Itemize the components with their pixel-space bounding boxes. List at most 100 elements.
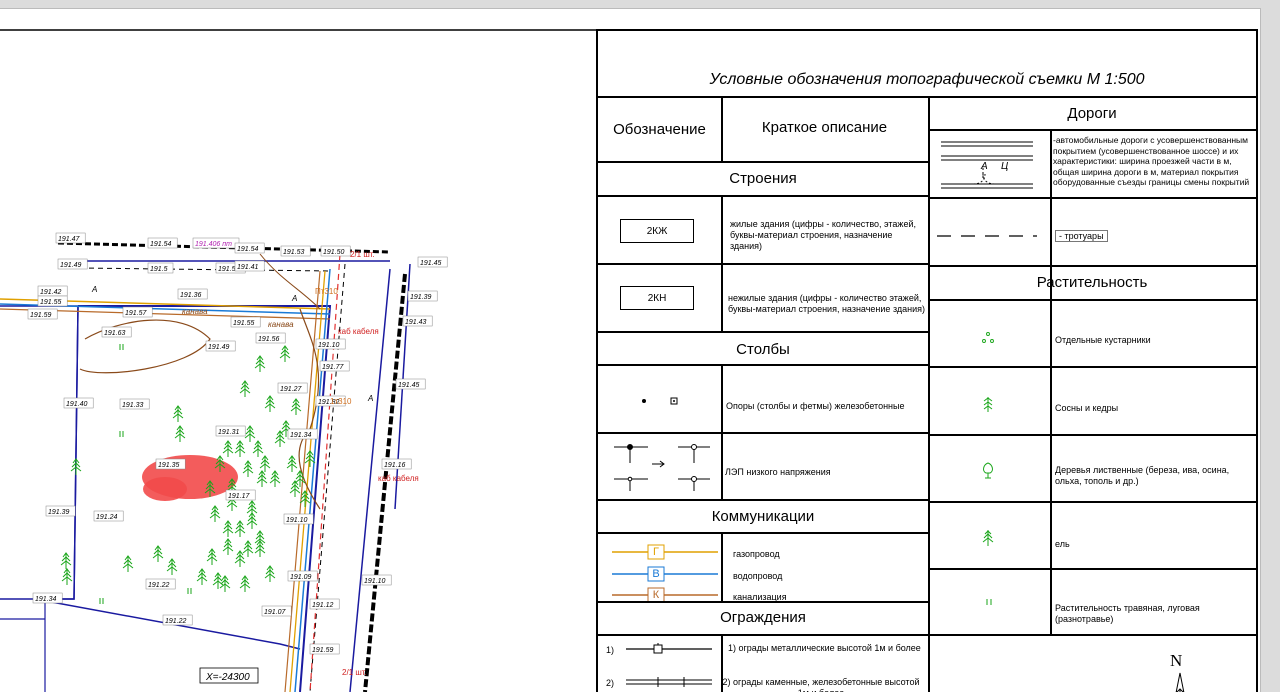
elevation-value: 191.07 — [264, 609, 287, 616]
shrubs-desc: Отдельные кустарники — [1055, 335, 1151, 345]
col-symbol-header: Обозначение — [613, 121, 706, 138]
drawing-sheet: 191.47 191.54 191.406 пт 191.54 191.53 191.50… — [0, 8, 1261, 692]
elevation-label: 191.31 — [215, 425, 246, 437]
elevation-value: 191.41 — [237, 264, 259, 271]
spruce-tree-icon — [222, 538, 234, 555]
section-buildings: Строения — [729, 170, 797, 187]
elevation-label: 191.47 — [55, 232, 86, 244]
elevation-label: 191.406 пт — [192, 237, 240, 249]
spruce-tree-icon — [289, 480, 301, 497]
spruce-tree-icon — [174, 425, 186, 442]
elevation-label: 191.56 — [255, 332, 286, 344]
water-desc: водопровод — [733, 571, 783, 581]
road-label: 1т310 — [330, 397, 352, 406]
elevation-value: 191.39 — [410, 294, 432, 301]
elevation-label: 191.41 — [234, 260, 265, 272]
elevation-label: 191.54 — [147, 237, 178, 249]
grass-icon — [119, 431, 124, 437]
elevation-label: 191.53 — [280, 245, 311, 257]
elevation-value: 191.16 — [384, 462, 406, 469]
gas-desc: газопровод — [733, 549, 780, 559]
elevation-label: 191.43 — [402, 315, 433, 327]
elevation-value: 191.53 — [283, 249, 305, 256]
sewer-desc: канализация — [733, 592, 787, 602]
elevation-value: 191.35 — [158, 462, 180, 469]
elevation-label: 191.55 — [230, 316, 261, 328]
spruce-tree-icon — [254, 355, 266, 372]
elevation-value: 191.33 — [122, 402, 144, 409]
spruce-tree-icon — [264, 565, 276, 582]
grass-icon — [119, 344, 124, 350]
spruce-tree-icon — [242, 540, 254, 557]
sewer-letter: К — [652, 589, 660, 601]
spruce-tree-icon — [222, 520, 234, 537]
col-desc-header: Краткое описание — [761, 119, 888, 136]
elevation-label: 191.33 — [119, 398, 150, 410]
spruce-tree-icon — [234, 440, 246, 457]
a-label: А — [91, 285, 97, 294]
topographic-map: 191.47 191.54 191.406 пт 191.54 191.53 191.50… — [0, 29, 596, 692]
residential-building-desc: жилые здания (цифры - количество, этажей… — [730, 219, 916, 251]
elevation-label: 191.77 — [319, 360, 350, 372]
elevation-value: 191.59 — [312, 647, 334, 654]
spruce-tree-icon — [264, 395, 276, 412]
nonresidential-building-desc: нежилые здания (цифры - количество этаже… — [728, 293, 925, 314]
elevation-value: 191.10 — [286, 517, 308, 524]
sidewalk-symbol — [937, 235, 1037, 237]
section-fences: Ограждения — [720, 609, 806, 626]
spruce-tree-icon — [279, 345, 291, 362]
stone-fence-symbol — [626, 677, 712, 687]
spruce-tree-icon — [290, 398, 302, 415]
pine-icon — [983, 397, 993, 412]
elevation-value: 191.39 — [48, 509, 70, 516]
elevation-label: 191.39 — [45, 505, 76, 517]
spruce-tree-icon — [61, 568, 73, 585]
elevation-value: 191.406 пт — [195, 241, 232, 248]
elevation-value: 191.50 — [323, 249, 345, 256]
legend-table: Условные обозначения топографической съе… — [596, 29, 1258, 692]
grass-desc: Растительность травяная, луговая (разнот… — [1055, 603, 1200, 624]
elevation-value: 191.56 — [258, 336, 280, 343]
spruce-tree-icon — [166, 558, 178, 575]
elevation-value: 191.10 — [364, 578, 386, 585]
elevation-label: 191.24 — [93, 510, 124, 522]
spruce-tree-icon — [246, 500, 258, 517]
spruce-tree-icon — [256, 470, 268, 487]
elevation-label: 191.35 — [155, 458, 186, 470]
elevation-label: 191.54 — [234, 242, 265, 254]
pines-desc: Сосны и кедры — [1055, 403, 1119, 413]
spruce-tree-icon — [234, 520, 246, 537]
spruce-tree-icon — [252, 440, 264, 457]
elevation-value: 191.45 — [420, 260, 442, 267]
elevation-label: 191.55 — [37, 295, 68, 307]
elevation-value: 191.24 — [96, 514, 118, 521]
elevation-value: 191.27 — [280, 386, 303, 393]
sht-label: 2/1 шт. — [350, 250, 375, 259]
elevation-value: 191.5 — [150, 266, 168, 273]
elevation-label: 191.49 — [205, 340, 236, 352]
fence1-desc: 1) ограды металлические высотой 1м и бол… — [728, 643, 921, 653]
elevation-label: 191.22 — [145, 578, 176, 590]
elevation-value: 191.54 — [150, 241, 172, 248]
north-label: N — [1170, 651, 1183, 670]
elevation-label: 191.10 — [283, 513, 314, 525]
elevation-label: 191.22 — [162, 614, 193, 626]
grass-icon — [986, 599, 992, 605]
elevation-value: 191.54 — [237, 246, 259, 253]
elevation-label: 191.50 — [320, 245, 351, 257]
gas-letter: Г — [653, 546, 659, 558]
residential-building-symbol: 2КЖ — [620, 219, 694, 243]
poles-desc: Опоры (столбы и фетмы) железобетонные — [726, 401, 905, 411]
elevation-value: 191.10 — [318, 342, 340, 349]
grass-icon — [187, 588, 192, 594]
elevation-value: 191.49 — [208, 344, 230, 351]
fence1-number: 1) — [606, 645, 615, 655]
elevation-value: 191.49 — [60, 262, 82, 269]
elevation-value: 191.57 — [125, 310, 148, 317]
spruce-tree-icon — [244, 425, 256, 442]
spruce-tree-icon — [239, 575, 251, 592]
a-label: А — [367, 394, 373, 403]
nonresidential-building-symbol: 2КН — [620, 286, 694, 310]
elevation-label: 191.09 — [287, 570, 318, 582]
spruce-tree-icon — [259, 455, 271, 472]
